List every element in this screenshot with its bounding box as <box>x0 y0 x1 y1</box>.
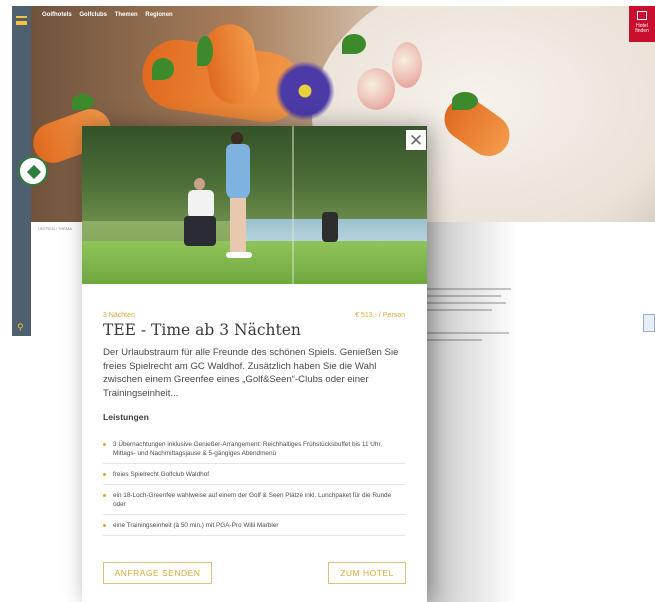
golf-bag-shape <box>322 212 338 242</box>
golfer-standing <box>220 132 260 260</box>
offer-title: TEE - Time ab 3 Nächten <box>103 321 301 339</box>
hotel-finder-label: Hotel finden <box>635 23 649 34</box>
nav-item-regionen[interactable]: Regionen <box>145 12 172 18</box>
bullet-dot-icon <box>103 473 106 476</box>
leaf-shape <box>152 58 174 80</box>
list-item: ein 18-Loch-Greenfee wahlweise auf einem… <box>103 485 405 515</box>
search-icon[interactable]: ⚲ <box>17 322 24 333</box>
bullet-dot-icon <box>103 443 106 446</box>
service-text: 3 Übernachtungen inklusive Genießer-Arra… <box>113 441 383 457</box>
radish-shape <box>392 42 422 88</box>
breadcrumb: UNTREN / THEMA <box>38 226 72 231</box>
services-title: Leistungen <box>103 412 149 422</box>
list-item: 3 Übernachtungen inklusive Genießer-Arra… <box>103 434 405 464</box>
main-nav: Golfhotels Golfclubs Themen Regionen <box>42 12 179 18</box>
service-text: freies Spielrecht Golfclub Waldhof <box>113 471 210 478</box>
golf-badge-logo <box>18 156 48 186</box>
nights-label: 3 Nächten <box>103 312 135 319</box>
nav-item-themen[interactable]: Themen <box>115 12 138 18</box>
radish-shape <box>357 68 395 110</box>
golfer-crouching <box>180 178 224 252</box>
close-icon[interactable]: ✕ <box>406 130 426 150</box>
nav-item-golfhotels[interactable]: Golfhotels <box>42 12 72 18</box>
hamburger-menu-icon[interactable] <box>16 16 27 25</box>
price-label: € 513,- / Person <box>355 312 405 319</box>
offer-modal: ✕ 3 Nächten € 513,- / Person TEE - Time … <box>82 126 427 602</box>
chat-widget-icon[interactable] <box>643 314 655 332</box>
bullet-dot-icon <box>103 524 106 527</box>
hotel-finder-button[interactable]: Hotel finden <box>629 6 655 42</box>
leaf-shape <box>72 94 94 110</box>
badge-diamond-icon <box>26 164 42 180</box>
hotel-house-icon <box>637 11 647 20</box>
inquiry-button[interactable]: ANFRAGE SENDEN <box>103 562 212 584</box>
leaf-shape <box>342 34 366 54</box>
offer-image: ✕ <box>82 126 427 284</box>
leaf-shape <box>197 36 213 66</box>
page: ⚲ Golfhotels Golfclubs Themen Regionen H… <box>0 0 655 602</box>
list-item: eine Trainingseinheit (à 50 min.) mit PG… <box>103 515 405 536</box>
flower-shape <box>270 56 340 126</box>
service-text: eine Trainingseinheit (à 50 min.) mit PG… <box>113 522 279 529</box>
services-list: 3 Übernachtungen inklusive Genießer-Arra… <box>103 434 405 536</box>
nav-item-golfclubs[interactable]: Golfclubs <box>79 12 107 18</box>
bullet-dot-icon <box>103 494 106 497</box>
modal-shadow <box>427 222 517 602</box>
to-hotel-button[interactable]: ZUM HOTEL <box>328 562 406 584</box>
service-text: ein 18-Loch-Greenfee wahlweise auf einem… <box>113 492 392 508</box>
list-item: freies Spielrecht Golfclub Waldhof <box>103 464 405 485</box>
flagpole-shape <box>292 126 294 284</box>
leaf-shape <box>452 92 478 110</box>
offer-description: Der Urlaubstraum für alle Freunde des sc… <box>103 347 399 399</box>
